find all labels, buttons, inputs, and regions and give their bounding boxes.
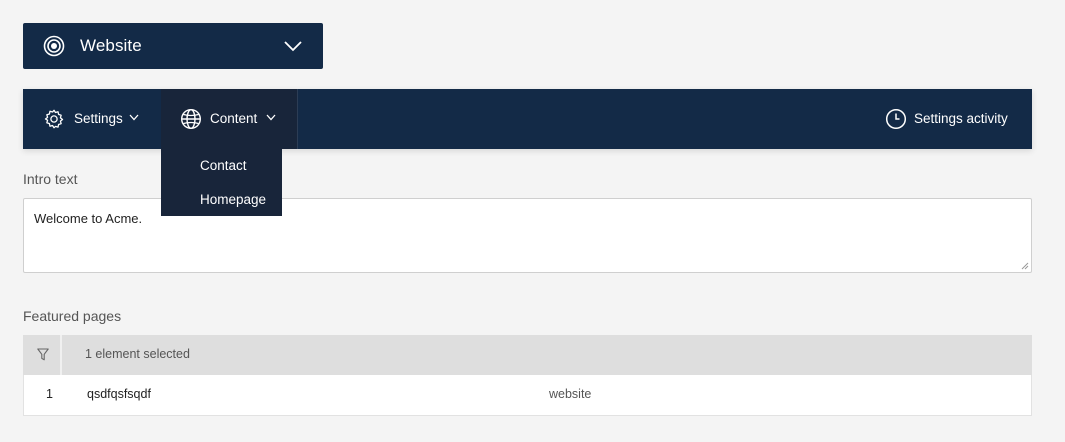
chevron-down-icon — [266, 114, 276, 121]
filter-button[interactable] — [23, 335, 62, 375]
gear-icon — [44, 109, 64, 129]
row-site: website — [549, 387, 592, 401]
site-switcher[interactable]: Website — [23, 23, 323, 69]
nav-content-menu[interactable]: Content — [161, 89, 298, 149]
site-name: Website — [80, 36, 142, 55]
filter-icon — [37, 348, 49, 361]
menu-item-contact[interactable]: Contact — [200, 158, 247, 173]
nav-settings-menu[interactable]: Settings — [23, 89, 161, 149]
content-dropdown-menu: Contact Homepage — [161, 149, 282, 216]
clock-icon — [885, 108, 907, 130]
featured-pages-header: 1 element selected — [23, 335, 1032, 375]
featured-pages-label: Featured pages — [23, 308, 122, 324]
nav-settings-activity[interactable]: Settings activity — [872, 89, 1032, 149]
settings-navbar: Settings Content Settings activity — [23, 89, 1032, 149]
intro-text-value: Welcome to Acme. — [34, 211, 143, 226]
globe-icon — [180, 108, 202, 130]
target-icon — [43, 35, 65, 57]
chevron-down-icon — [284, 41, 302, 52]
intro-text-label: Intro text — [23, 171, 78, 187]
menu-item-homepage[interactable]: Homepage — [200, 192, 266, 207]
table-row[interactable]: 1 qsdfqsfsqdf website — [23, 375, 1032, 416]
nav-settings-label: Settings — [74, 111, 123, 126]
nav-activity-label: Settings activity — [914, 111, 1008, 126]
chevron-down-icon — [129, 114, 139, 121]
row-title: qsdfqsfsqdf — [87, 387, 151, 401]
resize-handle-icon[interactable] — [1021, 262, 1029, 270]
row-index: 1 — [46, 387, 53, 401]
selected-count-text: 1 element selected — [85, 347, 190, 361]
nav-content-label: Content — [210, 111, 258, 126]
